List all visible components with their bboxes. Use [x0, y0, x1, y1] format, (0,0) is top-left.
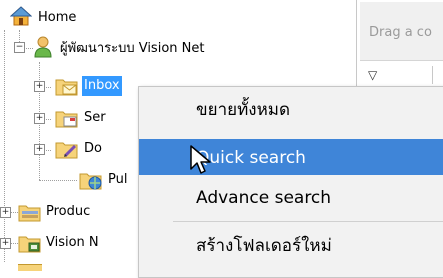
tree-label-home: Home — [38, 10, 77, 25]
collapse-toggle[interactable]: − — [14, 42, 25, 53]
tree-label-products: Produc — [46, 204, 91, 219]
vision-folder-icon — [18, 233, 42, 253]
expand-toggle[interactable]: + — [34, 81, 45, 92]
menu-item-advance-search[interactable]: Advance search — [139, 179, 443, 215]
tree-label-user: ผู้พัฒนาระบบ Vision Net — [60, 41, 205, 56]
sent-folder-icon — [55, 108, 79, 128]
user-icon — [33, 36, 53, 58]
tree-connector — [39, 180, 77, 181]
group-by-area[interactable]: Drag a co — [360, 2, 443, 61]
flag-column-icon[interactable]: ▽ — [368, 68, 377, 82]
products-folder-icon — [18, 202, 42, 222]
drag-hint-text: Drag a co — [369, 25, 432, 40]
expand-toggle[interactable]: + — [0, 207, 11, 218]
tree-label-public: Pul — [108, 172, 128, 187]
mouse-cursor-icon — [189, 145, 217, 175]
inbox-folder-icon — [55, 76, 79, 96]
expand-toggle[interactable]: + — [34, 113, 45, 124]
context-menu: ขยายทั้งหมด Quick search Advance search … — [138, 86, 443, 278]
menu-item-expand-all[interactable]: ขยายทั้งหมด — [139, 91, 443, 127]
menu-item-label: Advance search — [196, 188, 332, 208]
public-folder-icon — [79, 170, 103, 190]
column-separator[interactable] — [432, 66, 433, 84]
menu-item-new-folder[interactable]: สร้างโฟลเดอร์ใหม่ — [139, 227, 443, 263]
home-icon — [9, 6, 33, 26]
expand-toggle[interactable]: + — [34, 144, 45, 155]
tree-label-sent: Ser — [84, 110, 106, 125]
drafts-folder-icon — [55, 139, 79, 159]
tree-label-inbox: Inbox — [82, 76, 122, 96]
tree-label-drafts: Do — [84, 141, 102, 156]
tree-connector — [4, 30, 5, 262]
expand-toggle[interactable]: + — [0, 238, 11, 249]
menu-item-label: ขยายทั้งหมด — [196, 100, 291, 120]
grid-header: ▽ — [360, 62, 443, 89]
menu-item-quick-search[interactable]: Quick search — [139, 139, 443, 175]
tree-label-vision: Vision N — [46, 235, 99, 250]
menu-item-label: สร้างโฟลเดอร์ใหม่ — [196, 236, 332, 256]
menu-separator — [173, 221, 443, 222]
